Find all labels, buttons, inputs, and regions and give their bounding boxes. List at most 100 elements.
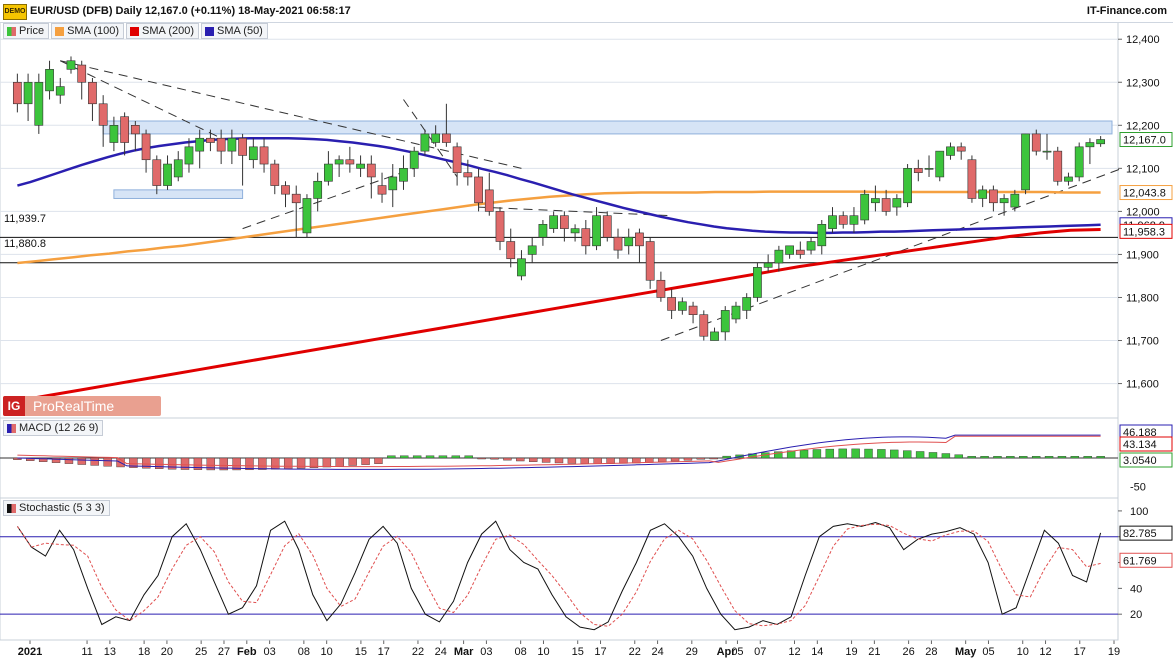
candle-body (763, 262, 773, 268)
macd-panel-label[interactable]: MACD (12 26 9) (3, 420, 104, 436)
candle-body (23, 81, 33, 105)
sma50-swatch-icon (205, 26, 214, 36)
candle-body (677, 301, 687, 311)
price-swatch-icon (7, 26, 16, 36)
x-axis-label: 10 (321, 646, 333, 658)
candle-body (227, 137, 237, 152)
candle-body (195, 137, 205, 152)
candle-body (559, 215, 569, 229)
candle-body (667, 297, 676, 311)
candle-body (45, 69, 54, 92)
macd-histogram-bar (593, 457, 602, 464)
macd-histogram-bar (670, 457, 680, 462)
x-axis-label: 20 (161, 646, 173, 658)
macd-histogram-bar (387, 455, 396, 459)
candle-body (774, 249, 784, 264)
x-axis-label: 17 (378, 646, 390, 658)
candle-body (98, 103, 108, 126)
x-axis-label: 29 (686, 646, 698, 658)
candle-body (592, 215, 601, 247)
macd-histogram-bar (683, 457, 693, 461)
stochastic-tick-label: 40 (1130, 583, 1142, 595)
resistance-zone (102, 120, 1113, 135)
candle-body (495, 211, 505, 242)
legend-item-sma100[interactable]: SMA (100) (51, 23, 125, 39)
candle-body (270, 163, 280, 186)
macd-histogram-bar (1019, 456, 1028, 459)
candle-body (34, 81, 44, 126)
candle-body (184, 146, 194, 165)
candle-body (345, 159, 355, 165)
macd-histogram-bar (851, 448, 860, 459)
candle-body (817, 224, 827, 247)
prorealtime-watermark: IG ProRealTime (3, 396, 161, 416)
chart-title: EUR/USD (DFB) Daily 12,167.0 (+0.11%) 18… (30, 5, 351, 17)
stochastic-tick-label: 20 (1130, 609, 1142, 621)
x-axis-label: 08 (515, 646, 527, 658)
level-label-upper: 11,939.7 (2, 213, 49, 225)
x-axis-label: May (955, 646, 977, 658)
price-tick-label: 12,000 (1126, 206, 1160, 218)
support-zone (113, 189, 244, 199)
price-tick-label: 12,400 (1126, 34, 1160, 46)
candle-body (892, 198, 902, 208)
x-axis-label: 17 (1074, 646, 1086, 658)
candle-body (442, 133, 451, 143)
x-axis-label: 10 (537, 646, 549, 658)
x-axis-label: 14 (811, 646, 823, 658)
candle-body (989, 189, 998, 204)
x-axis-label: 07 (754, 646, 766, 658)
candle-body (946, 146, 955, 156)
x-axis-label: 24 (435, 646, 447, 658)
candle-body (710, 331, 719, 341)
price-tick-label: 12,100 (1126, 163, 1160, 175)
candle-body (613, 236, 623, 251)
candle-body (281, 185, 290, 195)
candle-body (130, 125, 140, 135)
legend-item-sma200[interactable]: SMA (200) (126, 23, 199, 39)
candle-body (731, 305, 741, 320)
candle-body (935, 150, 945, 178)
macd-histogram-bar (915, 451, 925, 459)
candle-body (12, 81, 22, 105)
x-axis-label: 26 (902, 646, 914, 658)
macd-histogram-bar (657, 457, 667, 463)
macd-histogram-bar (322, 457, 332, 468)
macd-histogram-bar (412, 455, 422, 459)
price-tag: 12,043.8 (1123, 188, 1166, 200)
macd-histogram-bar (709, 457, 718, 460)
macd-histogram-bar (400, 455, 409, 459)
macd-histogram-bar (554, 457, 564, 464)
macd-histogram-bar (1057, 456, 1067, 459)
macd-histogram-bar (103, 457, 112, 467)
candle-body (742, 297, 752, 311)
candle-body (120, 116, 129, 143)
candle-body (1085, 142, 1095, 148)
candle-body (806, 241, 816, 251)
candle-body (956, 146, 966, 152)
macd-histogram-bar (425, 455, 435, 459)
legend-item-sma50[interactable]: SMA (50) (201, 23, 268, 39)
macd-tag: 43.134 (1123, 439, 1157, 451)
macd-histogram-bar (374, 457, 383, 464)
macd-histogram-bar (890, 449, 899, 459)
candle-body (849, 215, 859, 225)
candle-body (1074, 146, 1084, 178)
stochastic-panel-label[interactable]: Stochastic (5 3 3) (3, 500, 110, 516)
candle-body (785, 245, 794, 255)
macd-histogram-bar (941, 453, 951, 459)
candle-body (527, 245, 537, 255)
legend-item-price[interactable]: Price (3, 23, 50, 39)
candle-body (216, 137, 226, 152)
candle-body (109, 125, 119, 143)
candle-body (399, 168, 408, 182)
candle-body (581, 228, 591, 247)
x-axis-label: 25 (195, 646, 207, 658)
macd-histogram-bar (438, 455, 448, 459)
macd-histogram-bar (799, 449, 809, 459)
x-axis-label: 22 (629, 646, 641, 658)
price-tag: 11,958.3 (1123, 226, 1165, 238)
macd-histogram-bar (283, 457, 293, 470)
candle-body (152, 159, 162, 186)
macd-histogram-bar (335, 457, 344, 467)
